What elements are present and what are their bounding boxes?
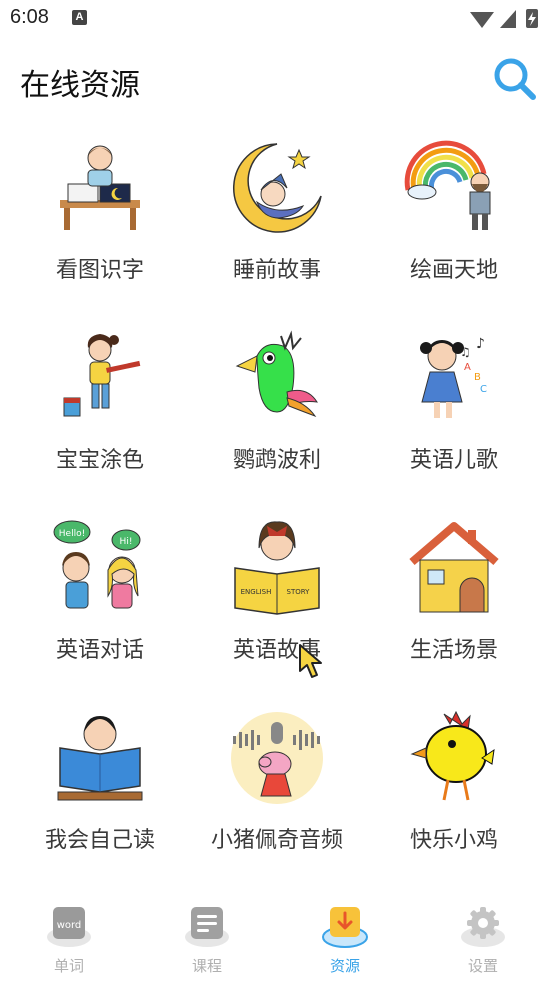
svg-text:♫: ♫: [460, 345, 471, 359]
kid-reading-desk-icon: [60, 145, 140, 230]
search-icon: [494, 58, 536, 100]
boy-reading-book-icon: [57, 716, 143, 801]
resource-label: 英语对话: [55, 638, 144, 663]
resource-item-english-dialogue[interactable]: Hello! Hi! 英语对话: [8, 508, 192, 688]
resource-label: 睡前故事: [232, 258, 321, 283]
book-right-text: STORY: [287, 588, 311, 596]
resource-label: 看图识字: [55, 258, 144, 283]
svg-text:B: B: [474, 372, 481, 383]
word-card-icon: word: [47, 907, 91, 947]
yellow-chick-icon: [410, 710, 495, 801]
kids-talking-icon: Hello! Hi!: [53, 520, 141, 609]
resource-item-look-and-read[interactable]: 看图识字: [8, 128, 192, 308]
tab-label: 资源: [329, 957, 360, 975]
resource-item-drawing-world[interactable]: 绘画天地: [362, 128, 546, 308]
resource-label: 生活场景: [409, 638, 498, 663]
resource-item-read-myself[interactable]: 我会自己读: [8, 698, 192, 878]
gear-icon: [461, 907, 505, 947]
notification-a-icon: A: [72, 10, 87, 25]
bottom-tab-bar: word 单词 课程 资源 设置: [0, 895, 554, 985]
svg-text:♪: ♪: [476, 336, 485, 352]
tab-courses[interactable]: 课程: [138, 895, 276, 985]
resource-label: 快乐小鸡: [409, 828, 498, 853]
word-card-text: word: [57, 920, 82, 931]
moon-sleeping-baby-icon: [233, 143, 322, 233]
resource-item-bedtime-story[interactable]: 睡前故事: [185, 128, 369, 308]
rainbow-painter-icon: [404, 140, 491, 230]
download-resource-icon: [322, 907, 368, 948]
tab-label: 单词: [53, 957, 84, 975]
resource-label: 英语儿歌: [409, 448, 498, 473]
resource-item-happy-chick[interactable]: 快乐小鸡: [362, 698, 546, 878]
resource-item-english-story[interactable]: ENGLISH STORY 英语故事: [185, 508, 369, 688]
girl-story-book-icon: ENGLISH STORY: [234, 521, 320, 615]
resource-label: 宝宝涂色: [55, 448, 144, 473]
resource-label: 鹦鹉波利: [232, 448, 321, 473]
tab-settings[interactable]: 设置: [414, 895, 552, 985]
resource-label: 绘画天地: [409, 258, 498, 283]
hi-bubble-text: Hi!: [120, 537, 133, 547]
status-bar: 6:08 A: [0, 0, 554, 36]
status-time: 6:08: [10, 6, 49, 28]
resource-item-english-songs[interactable]: A B C ♪ ♫ 英语儿歌: [362, 318, 546, 498]
resource-label: 英语故事: [232, 638, 321, 663]
hello-bubble-text: Hello!: [59, 529, 85, 539]
mouse-cursor-icon: [299, 644, 322, 678]
page-title: 在线资源: [20, 68, 140, 103]
resource-label: 小猪佩奇音频: [210, 828, 343, 853]
list-card-icon: [185, 907, 229, 947]
girl-painting-icon: [63, 334, 141, 417]
book-left-text: ENGLISH: [241, 588, 272, 596]
house-icon: [409, 522, 499, 613]
parrot-icon: [235, 330, 318, 418]
tab-resources[interactable]: 资源: [276, 895, 414, 985]
svg-text:C: C: [480, 384, 487, 395]
singing-girl-icon: A B C ♪ ♫: [420, 336, 487, 418]
peppa-audio-icon: [231, 712, 323, 804]
svg-text:A: A: [464, 362, 471, 373]
resource-item-coloring[interactable]: 宝宝涂色: [8, 318, 192, 498]
tab-label: 课程: [191, 957, 222, 975]
resource-label: 我会自己读: [44, 828, 155, 853]
system-status-icons: [470, 9, 538, 28]
search-button[interactable]: [492, 56, 538, 102]
tab-label: 设置: [467, 957, 498, 975]
tab-words[interactable]: word 单词: [0, 895, 138, 985]
resource-item-parrot-polly[interactable]: 鹦鹉波利: [185, 318, 369, 498]
header: 在线资源: [0, 50, 554, 110]
resource-item-peppa-audio[interactable]: 小猪佩奇音频: [185, 698, 369, 878]
resource-item-life-scenes[interactable]: 生活场景: [362, 508, 546, 688]
